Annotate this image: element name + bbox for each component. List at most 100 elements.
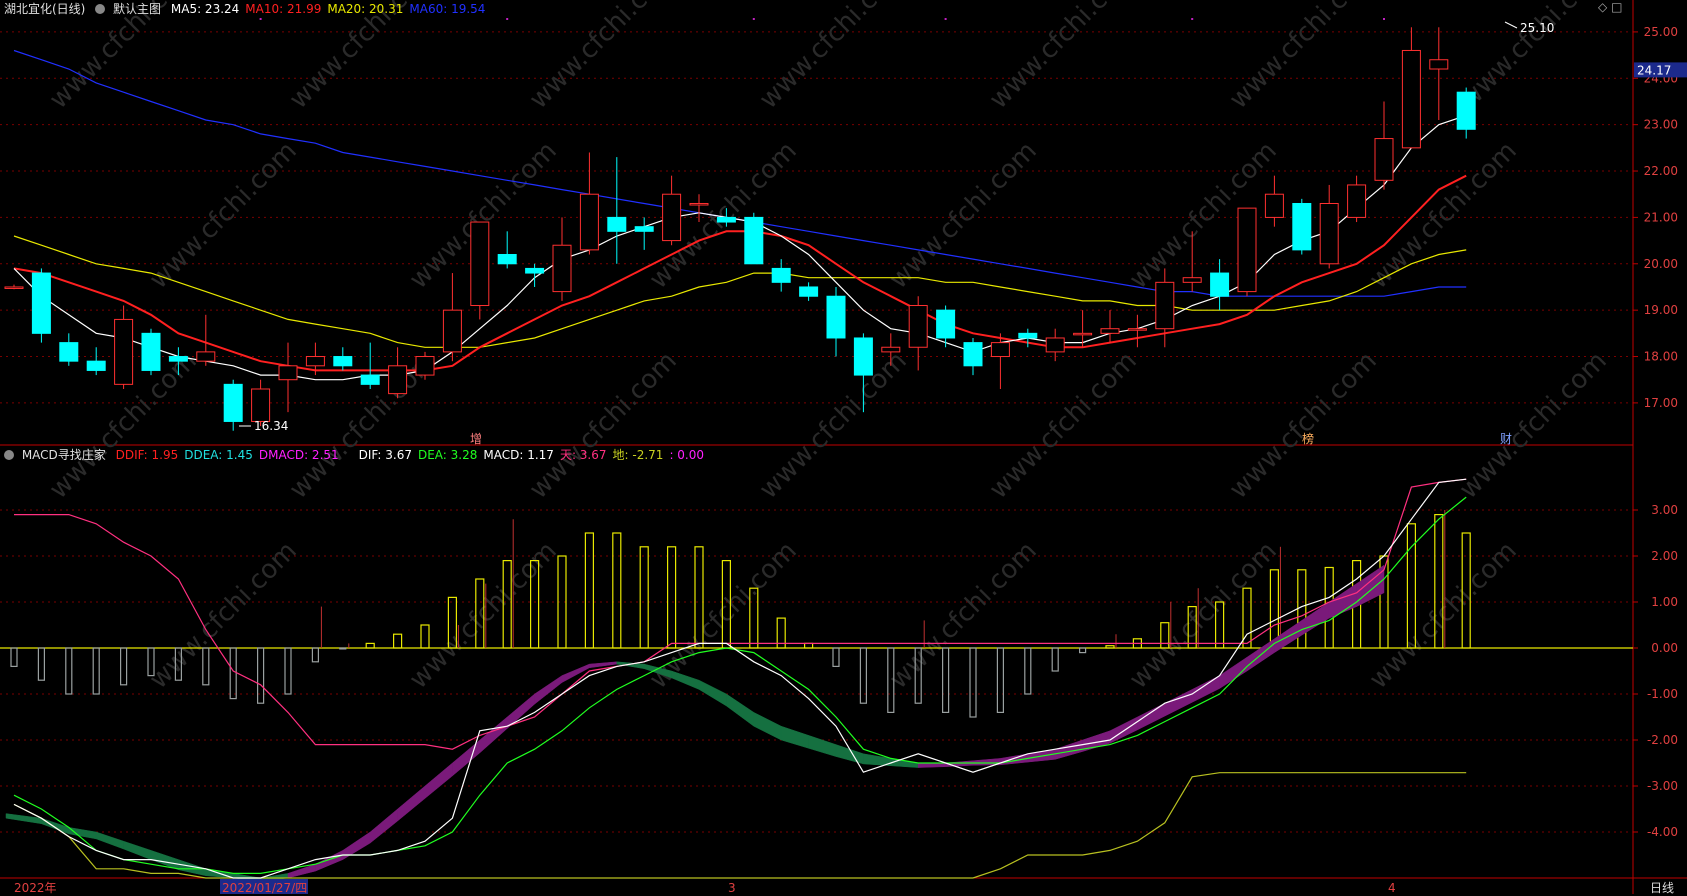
candle-body <box>881 346 901 353</box>
macd-legend-item: DDEA: 1.45 <box>184 448 253 462</box>
candle-body <box>442 309 462 353</box>
macd-ribbon-segment <box>726 693 755 727</box>
price-panel-header: 湖北宜化(日线) 默认主图 MA5: 23.24 MA10: 21.99 MA20:… <box>4 0 485 16</box>
candle <box>1127 314 1147 348</box>
macd-ribbon-segment <box>808 735 837 757</box>
date-axis-label: 2022/01/27/四 <box>222 881 307 894</box>
candle <box>579 152 599 255</box>
macd-ribbon-segment <box>506 693 535 730</box>
candle-body <box>579 193 599 251</box>
candle-body <box>634 226 654 232</box>
candle <box>744 212 764 265</box>
event-dot <box>506 18 509 20</box>
dif-line <box>13 478 1467 879</box>
candle <box>634 217 654 250</box>
candle-body <box>223 383 243 422</box>
current-price-label: 24.17 <box>1637 63 1671 77</box>
macd-bar-negative <box>339 647 347 650</box>
candle-body <box>497 254 517 265</box>
stock-title[interactable]: 湖北宜化(日线) <box>4 2 85 16</box>
candle <box>223 379 243 431</box>
watermark: www.cfchi.com <box>984 346 1143 505</box>
candle <box>1237 207 1257 297</box>
candle <box>1374 101 1394 190</box>
candle <box>908 296 928 371</box>
candle-body <box>1045 337 1065 353</box>
candle-body <box>1292 202 1312 251</box>
watermark: www.cfchi.com <box>1224 0 1383 115</box>
event-dot <box>1191 18 1194 20</box>
date-axis-label: 4 <box>1388 881 1396 894</box>
candle <box>1347 175 1367 223</box>
ma-legend-item: MA5: 23.24 <box>170 2 240 16</box>
macd-ribbon-segment <box>397 785 426 822</box>
watermark: www.cfchi.com <box>524 346 683 505</box>
candle <box>1292 198 1312 255</box>
price-tick-label: 20.00 <box>1644 257 1678 271</box>
macd-bar-positive <box>803 642 814 649</box>
candle <box>1264 175 1284 227</box>
macd-tick-label: 3.00 <box>1651 503 1678 517</box>
macd-bar-negative <box>65 647 73 695</box>
candle <box>799 282 819 301</box>
macd-tick-label: -1.00 <box>1647 687 1678 701</box>
macd-bar-positive <box>393 633 403 649</box>
collapse-icon[interactable] <box>95 4 106 14</box>
event-dot <box>944 18 947 20</box>
macd-bar-negative <box>996 647 1005 714</box>
candle-body <box>415 356 435 376</box>
candle-body <box>1429 59 1449 70</box>
watermark: www.cfchi.com <box>884 536 1043 695</box>
macd-ribbon-segment <box>780 725 809 749</box>
ma-legend-item: MA60: 19.54 <box>409 2 486 16</box>
candle-body <box>990 342 1010 358</box>
macd-bar-positive <box>666 546 677 649</box>
candle <box>1429 27 1449 121</box>
macd-bar-positive <box>1105 645 1115 649</box>
period-label[interactable]: 日线 <box>1650 879 1674 896</box>
candle-body <box>141 332 161 371</box>
candle-body <box>360 374 380 385</box>
candle <box>360 342 380 389</box>
macd-bar-positive <box>584 532 595 649</box>
ma-legend: MA5: 23.24 MA10: 21.99 MA20: 20.31 MA60: 19… <box>165 2 486 16</box>
macd-bar-negative <box>1078 647 1087 654</box>
candle-body <box>168 356 188 362</box>
diamond-icon[interactable]: ◇ <box>1598 0 1607 14</box>
watermark: www.cfchi.com <box>144 136 303 295</box>
watermark: www.cfchi.com <box>1124 136 1283 295</box>
candle <box>963 337 983 376</box>
event-label: 增 <box>470 432 482 446</box>
price-tick-label: 25.00 <box>1644 25 1678 39</box>
macd-ribbon-segment <box>917 762 946 768</box>
macd-bar-positive <box>420 624 430 649</box>
candle <box>1319 184 1339 269</box>
macd-bar-positive <box>365 642 375 649</box>
candle <box>333 347 353 371</box>
watermark: www.cfchi.com <box>1124 536 1283 695</box>
macd-ribbon-segment <box>1191 675 1220 703</box>
macd-bar-negative <box>859 647 868 704</box>
collapse-icon[interactable] <box>4 450 14 460</box>
candle-body <box>662 193 682 242</box>
macd-bar-negative <box>119 647 128 686</box>
macd-bar-negative <box>969 647 977 718</box>
candle-body <box>1319 202 1339 265</box>
candle-body <box>936 309 956 339</box>
watermark: www.cfchi.com <box>144 536 303 695</box>
ma-legend-item: MA20: 20.31 <box>327 2 404 16</box>
candle <box>470 221 490 320</box>
main-chart-name[interactable]: 默认主图 <box>113 2 161 16</box>
macd-legend-item: DMACD: 2.51 <box>258 448 339 462</box>
restore-icon[interactable]: □ <box>1611 0 1622 14</box>
macd-indicator-name[interactable]: MACD寻找庄家 <box>22 448 106 462</box>
macd-ribbon-segment <box>369 808 398 844</box>
date-axis-label: 3 <box>728 881 736 894</box>
candle <box>31 268 51 343</box>
macd-legend-item: DIF: 3.67 <box>358 448 412 462</box>
candle <box>1401 27 1421 149</box>
macd-legend-item: DDIF: 1.95 <box>115 448 179 462</box>
macd-legend-item: DEA: 3.28 <box>417 448 478 462</box>
macd-ribbon-segment <box>424 762 453 799</box>
price-tick-label: 21.00 <box>1644 210 1678 224</box>
